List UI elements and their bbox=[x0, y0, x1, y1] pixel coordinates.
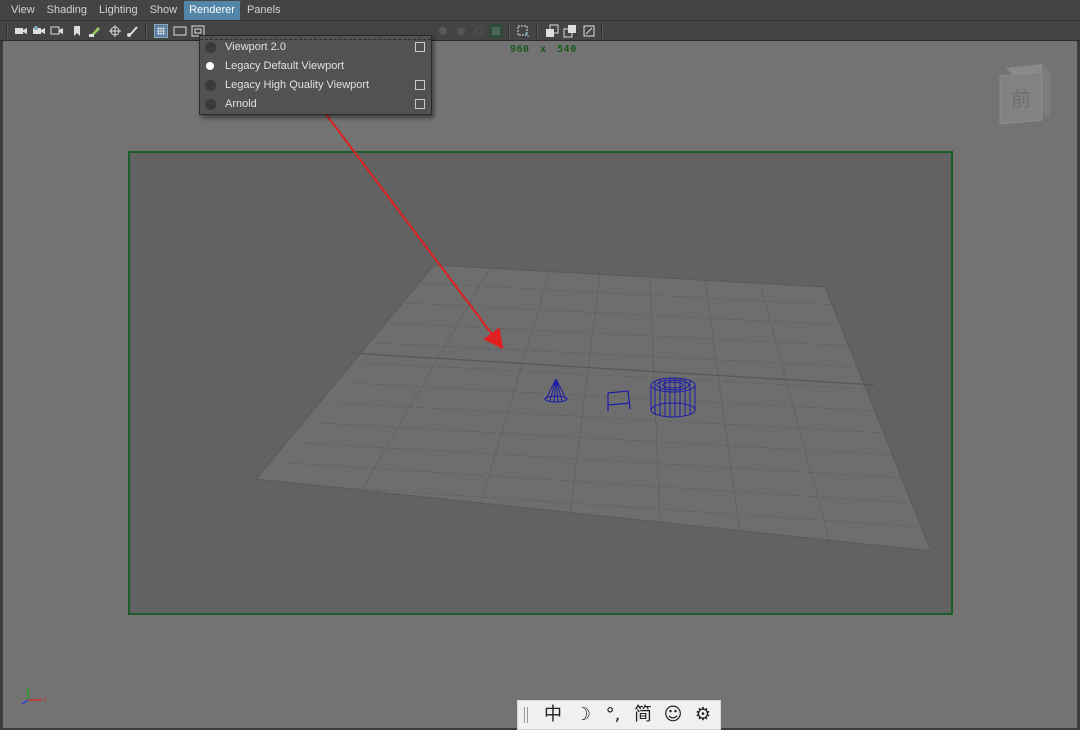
renderer-option-viewport-2[interactable]: Viewport 2.0 bbox=[200, 38, 431, 57]
svg-text:x: x bbox=[43, 696, 47, 703]
ime-simplified-button[interactable]: 简 bbox=[628, 701, 658, 729]
renderer-option-label: Viewport 2.0 bbox=[225, 41, 286, 53]
renderer-dropdown: Viewport 2.0 Legacy Default Viewport Leg… bbox=[199, 35, 432, 115]
axis-gizmo-icon: x bbox=[21, 688, 47, 705]
option-box-icon[interactable] bbox=[415, 42, 425, 52]
ime-drag-handle[interactable] bbox=[524, 707, 528, 723]
radio-off-icon bbox=[205, 99, 216, 110]
renderer-option-label: Legacy High Quality Viewport bbox=[225, 79, 370, 91]
ime-punctuation-button[interactable]: °, bbox=[598, 701, 628, 729]
ime-halfwidth-moon-icon[interactable]: ☽ bbox=[568, 701, 598, 729]
renderer-option-legacy-high-quality[interactable]: Legacy High Quality Viewport bbox=[200, 76, 431, 95]
renderer-option-arnold[interactable]: Arnold bbox=[200, 95, 431, 114]
option-box-icon[interactable] bbox=[415, 99, 425, 109]
radio-on-icon bbox=[206, 62, 214, 70]
ime-emoji-icon[interactable]: ☺ bbox=[658, 701, 688, 729]
ime-toolbar: 中 ☽ °, 简 ☺ ⚙ bbox=[517, 700, 721, 730]
annotation-arrow bbox=[293, 71, 504, 350]
viewcube-icon[interactable]: 前 bbox=[998, 62, 1050, 126]
ime-settings-gear-icon[interactable]: ⚙ bbox=[688, 701, 718, 729]
ime-chinese-mode-button[interactable]: 中 bbox=[538, 701, 568, 729]
option-box-icon[interactable] bbox=[415, 80, 425, 90]
renderer-option-label: Arnold bbox=[225, 98, 257, 110]
renderer-option-legacy-default[interactable]: Legacy Default Viewport bbox=[200, 57, 431, 76]
renderer-option-label: Legacy Default Viewport bbox=[225, 60, 345, 72]
radio-off-icon bbox=[205, 80, 216, 91]
viewcube-front-label: 前 bbox=[1011, 87, 1031, 111]
radio-off-icon bbox=[205, 42, 216, 53]
